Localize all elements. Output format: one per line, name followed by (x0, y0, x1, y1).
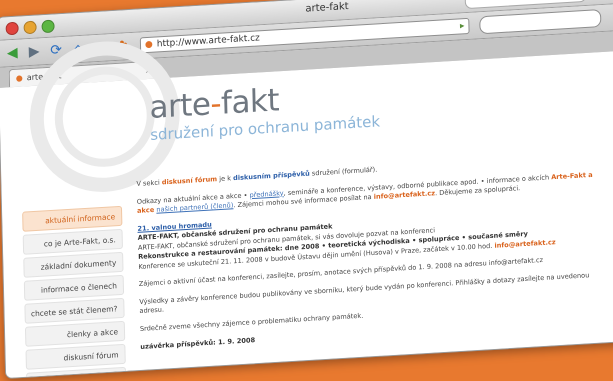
logo-arte: arte (149, 86, 211, 127)
address-text: http://www.arte-fakt.cz (156, 33, 260, 50)
nav-item-chcete-se-stat-clenem[interactable]: chcete se stát členem? (24, 297, 125, 324)
back-arrow-icon[interactable]: ◀ (4, 45, 20, 62)
deadline-text: uzávěrka příspěvků: 1. 9. 2008 (140, 335, 256, 351)
news-email-link[interactable]: info@artefakt.cz (494, 238, 555, 250)
main-content: V sekci diskusní fórum je k diskusním př… (136, 152, 610, 360)
side-navigation: aktuální informace co je Arte-Fakt, o.s.… (22, 205, 127, 380)
nav-item-zakladni-dokumenty[interactable]: základní dokumenty (23, 251, 124, 278)
forward-arrow-icon[interactable]: ▶ (26, 43, 42, 60)
intro-bold: diskusním příspěvků (233, 169, 310, 183)
nav-item-diskusni-forum[interactable]: diskusní fórum (25, 343, 126, 370)
nav-item-aktualni-informace[interactable]: aktuální informace (22, 205, 123, 232)
intro-text-c: sdružení (formulář). (311, 165, 378, 178)
browser-window: arte-fakt ◀ ▶ ⟳ ⌂ ◌ ✿ ● http://www.arte-… (0, 0, 613, 380)
intro-text-b: je k (219, 174, 232, 183)
screenshot-stage: arte-fakt ◀ ▶ ⟳ ⌂ ◌ ✿ ● http://www.arte-… (0, 0, 613, 381)
logo-fakt: fakt (220, 82, 280, 122)
web-page: arte-fakt sdružení pro ochranu památek a… (0, 37, 613, 380)
site-favicon-icon: ● (144, 39, 153, 51)
nav-item-co-je-arte-fakt[interactable]: co je Arte-Fakt, o.s. (22, 228, 123, 255)
intro-text-a: V sekci (136, 178, 160, 188)
site-header: arte-fakt sdružení pro ochranu památek (149, 79, 380, 144)
tab-favicon-icon: ● (15, 73, 23, 83)
lectures-link[interactable]: přednášky (249, 189, 283, 199)
go-icon[interactable]: ▸ (460, 21, 465, 31)
forum-link[interactable]: diskusní fórum (162, 175, 217, 186)
search-field[interactable] (479, 9, 602, 35)
nav-item-informace-o-clenech[interactable]: informace o členech (23, 274, 125, 301)
nav-item-clenky-a-akce[interactable]: členky a akce (24, 320, 126, 347)
